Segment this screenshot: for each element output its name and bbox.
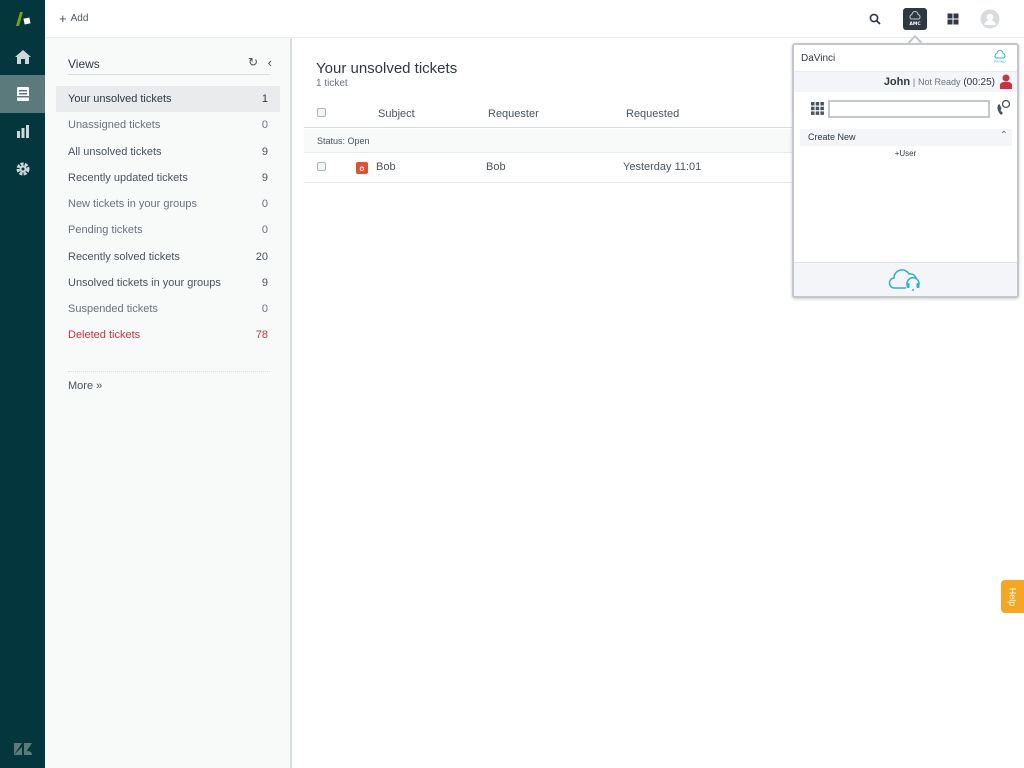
- create-new-section[interactable]: Create New ⌃: [800, 129, 1012, 146]
- help-button[interactable]: Help: [1001, 580, 1024, 613]
- phone-call-icon[interactable]: [995, 99, 1011, 117]
- column-subject[interactable]: Subject: [378, 108, 415, 120]
- grid-icon: [947, 13, 959, 25]
- views-sidebar: Views ↻ ‹ Your unsolved tickets 1 Unassi…: [45, 38, 292, 768]
- search-button[interactable]: [863, 8, 887, 30]
- view-all-unsolved[interactable]: All unsolved tickets 9: [56, 139, 280, 165]
- view-count: 78: [255, 329, 268, 341]
- dialpad-icon[interactable]: [811, 102, 824, 115]
- amc-app-button[interactable]: AMC: [903, 8, 927, 30]
- view-label: New tickets in your groups: [68, 198, 197, 210]
- bar-chart-icon: [16, 125, 29, 138]
- search-icon: [869, 13, 881, 25]
- panel-header: DaVinci DAVINCI: [794, 45, 1017, 72]
- agent-status-row[interactable]: John | Not Ready (00:25): [794, 72, 1017, 92]
- home-icon: [14, 50, 31, 64]
- view-label: Your unsolved tickets: [68, 93, 172, 105]
- status-timer: (00:25): [963, 77, 995, 88]
- davinci-cloud-icon: [888, 268, 920, 291]
- ticket-requester[interactable]: Bob: [486, 161, 506, 173]
- chevron-up-icon[interactable]: ⌃: [1000, 130, 1008, 141]
- user-avatar[interactable]: [978, 8, 1002, 30]
- gear-icon: [16, 162, 29, 176]
- agent-name: John: [883, 76, 911, 88]
- views-title: Views: [68, 57, 100, 71]
- view-label: Suspended tickets: [68, 303, 158, 315]
- main-nav: [0, 0, 45, 768]
- view-unassigned[interactable]: Unassigned tickets 0: [56, 112, 280, 138]
- avatar-icon: [980, 9, 1000, 29]
- view-new-in-groups[interactable]: New tickets in your groups 0: [56, 191, 280, 217]
- create-user-link[interactable]: +User: [794, 149, 1017, 158]
- table-header: Subject Requester Requested: [304, 100, 794, 128]
- ticket-count: 1 ticket: [316, 78, 348, 89]
- nav-reporting[interactable]: [0, 112, 45, 150]
- view-label: Recently updated tickets: [68, 172, 188, 184]
- zendesk-z-icon: [13, 743, 32, 755]
- status-separator: |: [912, 77, 916, 87]
- more-views-link[interactable]: More »: [68, 380, 102, 392]
- ticket-requested: Yesterday 11:01: [623, 161, 702, 173]
- nav-home[interactable]: [0, 38, 45, 76]
- group-row: Status: Open: [304, 129, 794, 153]
- create-new-label: Create New: [808, 132, 856, 142]
- view-recently-solved[interactable]: Recently solved tickets 20: [56, 244, 280, 270]
- nav-admin[interactable]: [0, 150, 45, 188]
- view-label: Deleted tickets: [68, 329, 141, 341]
- table-row[interactable]: o Bob Bob Yesterday 11:01: [304, 153, 794, 183]
- column-requester[interactable]: Requester: [488, 108, 539, 120]
- view-count: 9: [261, 277, 268, 289]
- view-label: Recently solved tickets: [68, 251, 180, 263]
- davinci-panel: DaVinci DAVINCI John | Not Ready (00:25)…: [792, 43, 1019, 298]
- view-count: 0: [261, 303, 268, 315]
- apps-button[interactable]: [941, 8, 965, 30]
- status-badge: o: [356, 162, 368, 174]
- zendesk-brand: [0, 730, 45, 768]
- row-checkbox[interactable]: [317, 162, 326, 171]
- view-count: 0: [261, 224, 268, 236]
- view-suspended[interactable]: Suspended tickets 0: [56, 296, 280, 322]
- agent-status: Not Ready: [918, 77, 961, 87]
- view-count: 0: [261, 119, 268, 131]
- view-label: Unassigned tickets: [68, 119, 161, 131]
- view-unsolved-in-groups[interactable]: Unsolved tickets in your groups 9: [56, 270, 280, 296]
- views-icon: [16, 87, 29, 101]
- amc-cloud-icon: AMC: [909, 11, 921, 27]
- zendesk-logo[interactable]: [0, 0, 45, 38]
- column-requested[interactable]: Requested: [626, 108, 679, 120]
- add-button[interactable]: + Add: [59, 10, 89, 26]
- view-label: Unsolved tickets in your groups: [68, 277, 221, 289]
- view-label: All unsolved tickets: [68, 146, 162, 158]
- plus-icon: +: [59, 10, 67, 26]
- view-your-unsolved[interactable]: Your unsolved tickets 1: [56, 86, 280, 112]
- help-label: Help: [1007, 587, 1018, 606]
- view-recently-updated[interactable]: Recently updated tickets 9: [56, 165, 280, 191]
- view-count: 1: [261, 93, 268, 105]
- views-header: Views ↻ ‹: [68, 54, 272, 75]
- top-bar: + Add AMC: [45, 0, 1024, 38]
- agent-person-icon[interactable]: [1000, 74, 1012, 89]
- sidebar-divider: [68, 371, 270, 372]
- ticket-subject[interactable]: Bob: [376, 161, 396, 173]
- collapse-icon[interactable]: ‹: [268, 55, 272, 70]
- view-count: 20: [255, 251, 268, 263]
- page-title: Your unsolved tickets: [316, 60, 458, 77]
- nav-views[interactable]: [0, 75, 45, 113]
- dial-input[interactable]: [828, 100, 990, 118]
- add-label: Add: [70, 13, 89, 24]
- panel-title: DaVinci: [801, 53, 836, 64]
- view-deleted[interactable]: Deleted tickets 78: [56, 322, 280, 348]
- zendesk-logo-icon: [15, 12, 31, 26]
- brand-label: DAVINCI: [994, 60, 1006, 64]
- amc-label: AMC: [909, 21, 921, 27]
- view-count: 0: [261, 198, 268, 210]
- panel-footer: [794, 262, 1017, 296]
- davinci-logo-icon: DAVINCI: [994, 50, 1006, 64]
- view-label: Pending tickets: [68, 224, 143, 236]
- view-count: 9: [261, 146, 268, 158]
- view-pending[interactable]: Pending tickets 0: [56, 217, 280, 243]
- refresh-icon[interactable]: ↻: [248, 55, 258, 69]
- select-all-checkbox[interactable]: [317, 108, 326, 117]
- view-count: 9: [261, 172, 268, 184]
